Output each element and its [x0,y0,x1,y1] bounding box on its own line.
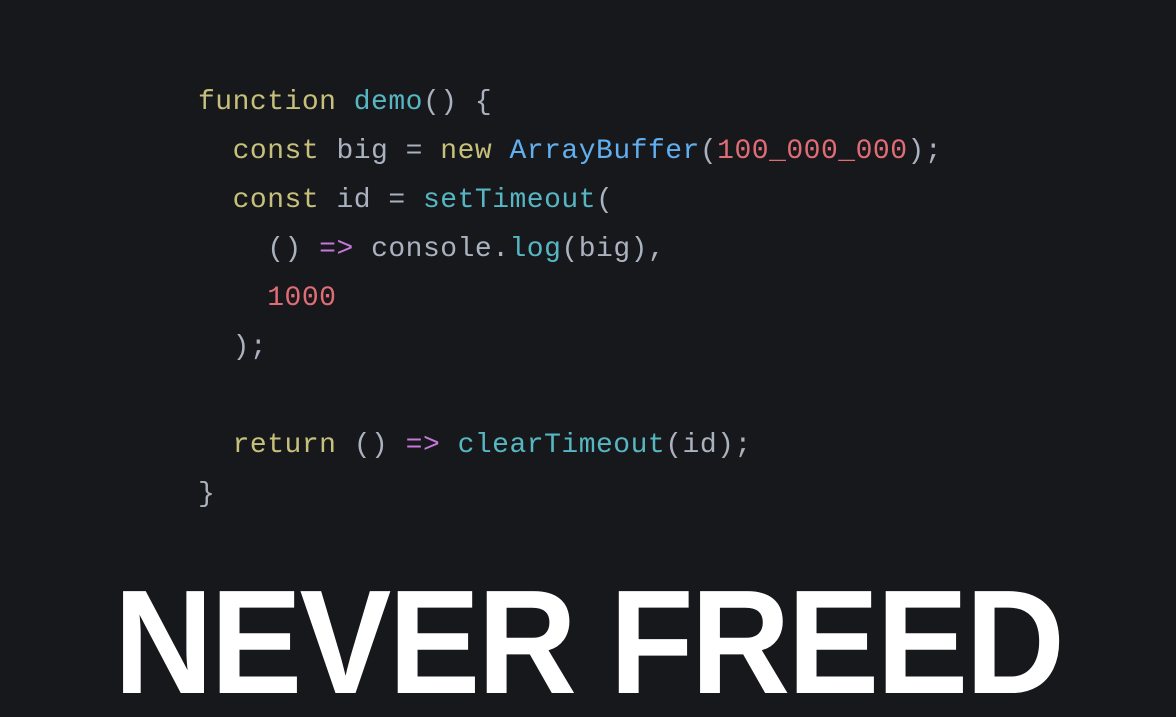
code-token [440,430,457,461]
code-token: 1000 [267,283,336,314]
code-token: => [319,234,354,265]
code-token: big [579,234,631,265]
code-token: ); [908,136,943,167]
code-token: ); [717,430,752,461]
code-line: function demo() { [198,78,942,127]
code-token: 100_000_000 [717,136,907,167]
code-token: setTimeout [423,185,596,216]
code-token: clearTimeout [458,430,666,461]
code-token: ( [665,430,682,461]
code-token [371,185,388,216]
code-token: ( [561,234,578,265]
code-line: const id = setTimeout( [198,176,942,225]
code-token: ); [233,332,268,363]
code-token: ( [700,136,717,167]
code-token: id [336,185,371,216]
code-token: id [683,430,718,461]
code-token: demo [354,87,423,118]
code-token: ArrayBuffer [510,136,700,167]
code-token [388,136,405,167]
code-token: } [198,479,215,510]
code-line: ); [198,323,942,372]
code-snippet: function demo() { const big = new ArrayB… [198,78,942,519]
code-token: big [336,136,388,167]
code-token: . [492,234,509,265]
code-token: log [510,234,562,265]
code-token: ( [596,185,613,216]
code-token: const [233,185,337,216]
code-token: () { [423,87,492,118]
code-line: () => console.log(big), [198,225,942,274]
caption-text: NEVER FREED [41,569,1135,717]
code-line: } [198,470,942,519]
code-token: () [354,430,406,461]
code-token: = [406,136,423,167]
code-token: () [267,234,319,265]
code-token: return [233,430,354,461]
code-token: => [406,430,441,461]
code-token: console [371,234,492,265]
code-line [198,372,942,421]
code-token: function [198,87,354,118]
code-line: const big = new ArrayBuffer(100_000_000)… [198,127,942,176]
code-token [423,136,440,167]
code-line: 1000 [198,274,942,323]
code-token [354,234,371,265]
code-token: ), [631,234,666,265]
code-line: return () => clearTimeout(id); [198,421,942,470]
code-token [406,185,423,216]
code-token: = [388,185,405,216]
code-token: new [440,136,509,167]
code-token: const [233,136,337,167]
